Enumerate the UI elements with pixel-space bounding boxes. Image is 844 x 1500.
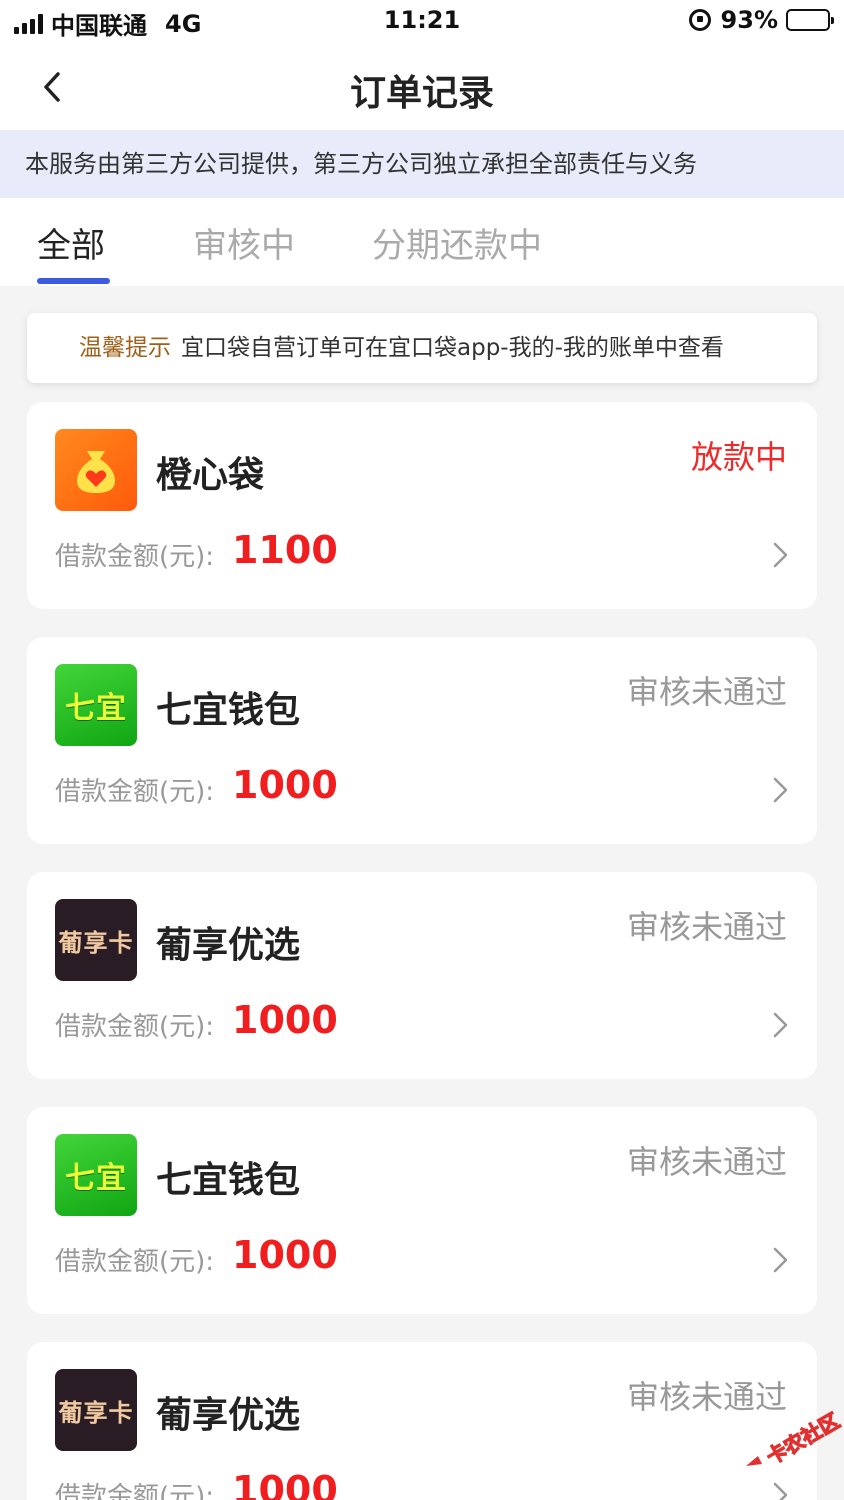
app-name: 七宜钱包 (156, 690, 301, 731)
rotation-lock-icon (688, 9, 711, 31)
battery-icon (786, 9, 834, 31)
tab-all[interactable]: 全部 (37, 218, 105, 267)
amount-label: 借款金额(元): (55, 777, 215, 807)
logo-text: 葡享卡 (58, 928, 134, 957)
logo-text: 七宜 (65, 1161, 127, 1196)
amount-value: 1000 (232, 1233, 338, 1277)
order-tabs: 全部 审核中 分期还款中 (0, 198, 844, 286)
chevron-right-icon (773, 1482, 788, 1500)
active-tab-indicator (37, 278, 110, 284)
third-party-notice: 本服务由第三方公司提供，第三方公司独立承担全部责任与义务 (0, 130, 844, 198)
status-right: 93% (688, 6, 834, 34)
order-status: 审核未通过 (626, 673, 787, 711)
puxiang-logo: 葡享卡 (55, 899, 137, 981)
logo-text: 七宜 (65, 691, 127, 726)
amount-label: 借款金额(元): (55, 1247, 215, 1277)
app-name: 葡享优选 (156, 925, 301, 966)
status-bar: 中国联通 4G 11:21 93% (0, 0, 844, 44)
puxiang-logo: 葡享卡 (55, 1369, 137, 1451)
order-card[interactable]: 橙心袋 放款中 借款金额(元): 1100 (27, 402, 817, 609)
chevron-right-icon (773, 777, 788, 803)
tip-label: 温馨提示 (79, 335, 171, 361)
order-card[interactable]: 七宜 七宜钱包 审核未通过 借款金额(元): 1000 (27, 1107, 817, 1314)
order-card[interactable]: 葡享卡 葡享优选 审核未通过 借款金额(元): 1000 (27, 872, 817, 1079)
amount-value: 1000 (232, 763, 338, 807)
amount-value: 1000 (232, 1468, 338, 1500)
page-title: 订单记录 (349, 73, 494, 114)
orange-money-bag-icon (55, 429, 137, 511)
chevron-right-icon (773, 1247, 788, 1273)
tab-reviewing[interactable]: 审核中 (193, 218, 295, 267)
qiyi-logo: 七宜 (55, 1134, 137, 1216)
amount-label: 借款金额(元): (55, 542, 215, 572)
watermark-text: 卡农社区 (762, 1408, 843, 1469)
amount-value: 1000 (232, 998, 338, 1042)
tab-installment-repaying[interactable]: 分期还款中 (372, 218, 542, 267)
order-card[interactable]: 七宜 七宜钱包 审核未通过 借款金额(元): 1000 (27, 637, 817, 844)
chevron-right-icon (773, 1012, 788, 1038)
app-name: 七宜钱包 (156, 1160, 301, 1201)
tip-card: 温馨提示 宜口袋自营订单可在宜口袋app-我的-我的账单中查看 (27, 313, 817, 383)
order-status: 审核未通过 (626, 908, 787, 946)
app-name: 橙心袋 (156, 455, 265, 496)
order-status: 放款中 (690, 438, 787, 476)
nav-bar: 订单记录 (0, 44, 844, 130)
logo-text: 葡享卡 (58, 1398, 134, 1427)
amount-label: 借款金额(元): (55, 1482, 215, 1500)
watermark-logo: 卡农社区 (746, 1408, 844, 1470)
qiyi-logo: 七宜 (55, 664, 137, 746)
order-card[interactable]: 葡享卡 葡享优选 审核未通过 借款金额(元): 1000 (27, 1342, 817, 1500)
app-name: 葡享优选 (156, 1395, 301, 1436)
battery-percent: 93% (720, 6, 778, 34)
amount-label: 借款金额(元): (55, 1012, 215, 1042)
amount-value: 1100 (232, 528, 338, 572)
order-status: 审核未通过 (626, 1143, 787, 1181)
tip-text: 宜口袋自营订单可在宜口袋app-我的-我的账单中查看 (181, 335, 724, 361)
chevron-right-icon (773, 542, 788, 568)
